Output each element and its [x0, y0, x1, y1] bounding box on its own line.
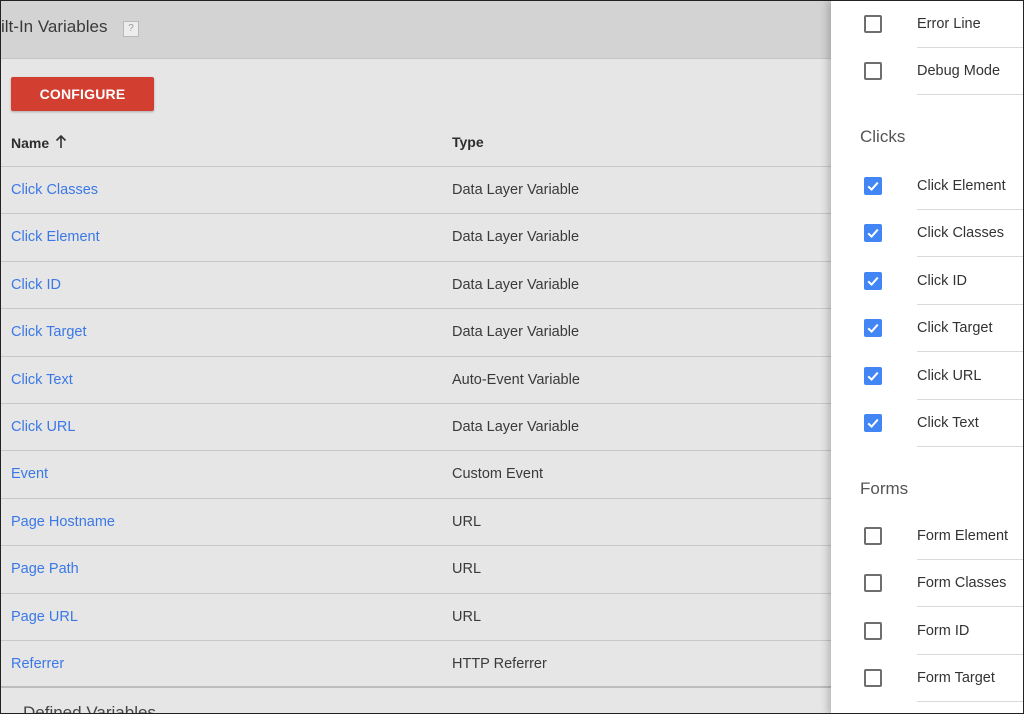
table-row: Page Path URL: [1, 545, 831, 593]
variable-type: HTTP Referrer: [452, 656, 547, 672]
check-icon: [867, 276, 879, 286]
checkbox-label: Click URL: [917, 367, 982, 384]
checkbox-label: Form Classes: [917, 575, 1007, 592]
variable-name-link[interactable]: Click Target: [11, 324, 86, 340]
checkbox-item[interactable]: Form Classes: [831, 560, 1023, 608]
checkbox-label: Click Element: [917, 178, 1006, 194]
panel-title: ilt-In Variables: [1, 17, 108, 36]
checkbox-unchecked[interactable]: [864, 621, 882, 640]
variable-name-link[interactable]: Referrer: [11, 656, 64, 672]
checkbox-checked[interactable]: [864, 366, 882, 385]
arrow-up-icon[interactable]: [55, 134, 67, 149]
variable-name-link[interactable]: Page Path: [11, 561, 79, 577]
checkbox-label: Click Text: [917, 415, 979, 431]
variable-name-link[interactable]: Click Element: [11, 229, 100, 245]
checkbox-unchecked[interactable]: [864, 527, 882, 545]
checkbox-item[interactable]: Form ID: [831, 608, 1023, 655]
check-icon: [867, 181, 879, 192]
checkbox-checked[interactable]: [864, 414, 882, 432]
variable-name-link[interactable]: Page URL: [11, 609, 78, 625]
check-icon: [867, 418, 879, 429]
variable-name-link[interactable]: Event: [11, 466, 48, 482]
variable-name-link[interactable]: Click Text: [11, 372, 73, 388]
checkbox-item[interactable]: Click URL: [831, 353, 1023, 400]
table-row: Click URL Data Layer Variable: [1, 403, 831, 451]
checkbox-unchecked[interactable]: [864, 574, 882, 593]
checkbox-label: Debug Mode: [917, 63, 1001, 80]
checkbox-checked[interactable]: [864, 319, 882, 338]
column-header-name-label: Name: [11, 135, 50, 151]
variable-type: Custom Event: [452, 466, 544, 483]
variable-name-link[interactable]: Click URL: [11, 419, 75, 435]
window-frame: ilt-In Variables ? CONFIGURE Name Type C…: [0, 0, 1024, 714]
table-row: Referrer HTTP Referrer: [1, 640, 831, 688]
variable-type: URL: [452, 561, 482, 578]
variable-type: Auto-Event Variable: [452, 371, 580, 388]
checkbox-label: Click Classes: [917, 225, 1005, 242]
variable-type: Data Layer Variable: [452, 419, 580, 435]
checkbox-label: Form Target: [917, 670, 995, 687]
column-header-name[interactable]: Name: [11, 134, 67, 151]
checkbox-unchecked[interactable]: [864, 15, 882, 33]
clicks-section-title: Clicks: [860, 127, 906, 146]
item-divider: [917, 701, 1023, 703]
check-icon: [867, 229, 879, 239]
variable-type: Data Layer Variable: [452, 229, 580, 246]
table-row: Click Target Data Layer Variable: [1, 308, 831, 356]
table-row: Click Text Auto-Event Variable: [1, 355, 831, 404]
checkbox-item[interactable]: Click Classes: [831, 210, 1023, 258]
configure-button[interactable]: CONFIGURE: [11, 77, 154, 111]
section-divider: [1, 686, 831, 688]
variable-name-link[interactable]: Page Hostname: [11, 514, 115, 530]
checkbox-item[interactable]: Debug Mode: [831, 48, 1023, 96]
checkbox-label: Click Target: [917, 320, 993, 337]
table-row: Page Hostname URL: [1, 497, 831, 546]
checkbox-label: Form ID: [917, 622, 970, 639]
variable-type: URL: [452, 513, 482, 530]
checkbox-item[interactable]: Form Target: [831, 655, 1023, 703]
checkbox-item[interactable]: Form Element: [831, 513, 1023, 560]
variable-type: Data Layer Variable: [452, 276, 580, 293]
checkbox-checked[interactable]: [864, 177, 882, 195]
table-row: Event Custom Event: [1, 450, 831, 498]
checkbox-label: Error Line: [917, 16, 981, 32]
table-row: Page URL URL: [1, 592, 831, 641]
forms-section-title: Forms: [860, 479, 909, 498]
configure-sidebar: Error Line Debug Mode Clicks Click Elemen…: [831, 1, 1023, 713]
checkbox-unchecked[interactable]: [864, 669, 882, 688]
checkbox-checked[interactable]: [864, 271, 882, 290]
table-row: Click Element Data Layer Variable: [1, 213, 831, 261]
checkbox-label: Click ID: [917, 272, 967, 289]
item-divider: [917, 446, 1023, 447]
checkbox-item[interactable]: Click Text: [831, 400, 1023, 447]
checkbox-checked[interactable]: [864, 224, 882, 243]
next-section-title: Defined Variables: [23, 703, 156, 714]
table-row: Click ID Data Layer Variable: [1, 260, 831, 309]
column-header-type[interactable]: Type: [452, 134, 484, 150]
panel-header: ilt-In Variables ?: [1, 1, 831, 59]
item-divider: [917, 94, 1023, 96]
checkbox-item[interactable]: Click ID: [831, 258, 1023, 305]
variable-type: Data Layer Variable: [452, 324, 580, 341]
checkbox-unchecked[interactable]: [864, 62, 882, 81]
variable-name-link[interactable]: Click Classes: [11, 182, 98, 198]
check-icon: [867, 371, 879, 381]
checkbox-item[interactable]: Click Element: [831, 163, 1023, 210]
checkbox-label: Form Element: [917, 528, 1009, 544]
checkbox-item[interactable]: Error Line: [831, 1, 1023, 48]
table-row: Click Classes Data Layer Variable: [1, 166, 831, 214]
help-icon[interactable]: ?: [123, 21, 139, 37]
variable-name-link[interactable]: Click ID: [11, 277, 61, 293]
checkbox-item[interactable]: Click Target: [831, 305, 1023, 353]
builtin-variables-panel: ilt-In Variables ? CONFIGURE Name Type C…: [1, 1, 831, 714]
check-icon: [867, 324, 879, 334]
variable-type: Data Layer Variable: [452, 182, 580, 198]
variable-type: URL: [452, 608, 482, 625]
